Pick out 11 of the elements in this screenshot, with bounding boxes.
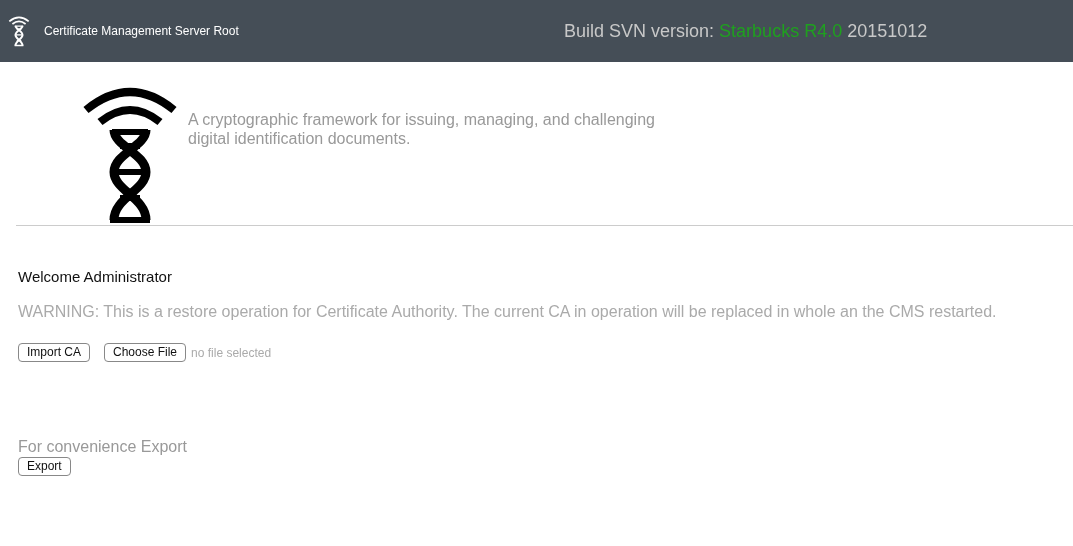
choose-file-button[interactable]: Choose File	[104, 343, 187, 362]
welcome-heading: Welcome Administrator	[18, 268, 173, 286]
build-version: Build SVN version: Starbucks R4.0 20151012	[564, 20, 928, 42]
export-button[interactable]: Export	[18, 457, 71, 476]
tagline: A cryptographic framework for issuing, managing, and challenging digital identification documents.	[188, 110, 656, 148]
export-label: For convenience Export	[18, 437, 188, 456]
import-ca-button[interactable]: Import CA	[18, 343, 90, 362]
file-status: no file selected	[191, 345, 272, 360]
app-title: Certificate Management Server Root	[44, 24, 240, 38]
warning-message: WARNING: This is a restore operation for Certificate Authority. The current CA in operation will be replaced in whole an the CMS restarted.	[18, 302, 998, 321]
dna-logo-icon	[8, 15, 30, 47]
